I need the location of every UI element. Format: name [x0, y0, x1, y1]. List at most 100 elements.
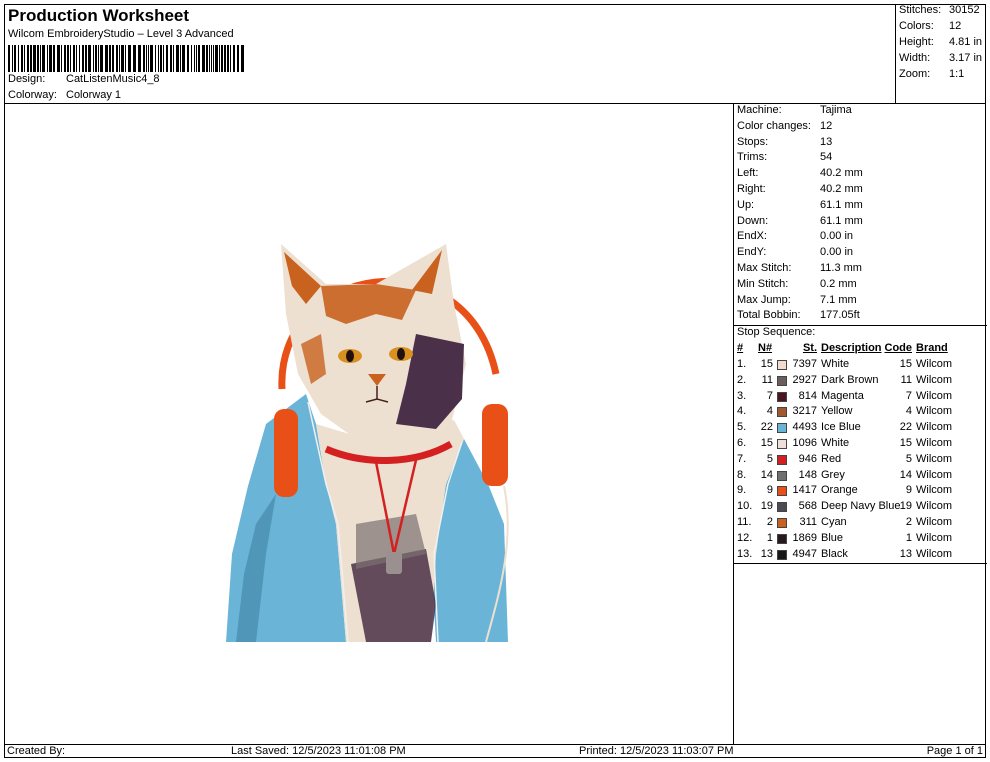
info-label: Stops: — [737, 135, 769, 148]
barcode-bar — [198, 45, 200, 72]
software-subtitle: Wilcom EmbroideryStudio – Level 3 Advanc… — [8, 28, 234, 40]
color-description: Dark Brown — [821, 373, 879, 386]
thread-brand: Wilcom — [916, 405, 953, 418]
barcode-bar — [158, 45, 159, 72]
stop-table-header: # N# St. Description Code Brand — [734, 342, 987, 357]
info-label: Color changes: — [737, 119, 811, 132]
printed-date: Printed: 12/5/2023 11:03:07 PM — [579, 745, 734, 757]
barcode-bar — [150, 45, 153, 72]
stop-number: 10. — [737, 500, 753, 513]
machine-info-row: Trims: 54 — [737, 151, 832, 163]
color-description: Grey — [821, 468, 845, 481]
stitch-count: 1096 — [792, 437, 817, 449]
info-value: 0.00 in — [820, 230, 854, 243]
color-code: 1 — [905, 531, 912, 544]
stat-value: 1:1 — [949, 68, 965, 80]
info-label: Max Stitch: — [737, 262, 792, 274]
color-code: 9 — [905, 484, 912, 497]
color-code: 19 — [899, 500, 912, 513]
barcode-bar — [100, 45, 103, 72]
color-code: 2 — [905, 516, 912, 528]
thread-brand: Wilcom — [916, 373, 953, 386]
info-label: Machine: — [737, 104, 782, 116]
color-swatch — [777, 454, 787, 465]
worksheet-footer: Created By: Last Saved: 12/5/2023 11:01:… — [4, 744, 986, 758]
barcode-bar — [33, 45, 36, 72]
barcode-bar — [12, 45, 13, 72]
info-value: 7.1 mm — [820, 293, 857, 306]
thread-brand: Wilcom — [916, 516, 953, 528]
needle-number: 15 — [760, 358, 773, 370]
stop-row: 11. 2 311 Cyan 2 Wilcom — [734, 516, 987, 531]
barcode-bar — [18, 45, 19, 72]
color-description: Blue — [821, 531, 844, 544]
barcode-bar — [82, 45, 84, 72]
barcode-bar — [155, 45, 156, 72]
barcode-bar — [138, 45, 141, 72]
info-label: Total Bobbin: — [737, 309, 801, 322]
stop-number: 11. — [737, 516, 752, 528]
info-value: 61.1 mm — [820, 198, 863, 211]
barcode-bar — [93, 45, 94, 72]
barcode-bar — [79, 45, 80, 72]
barcode-bar — [227, 45, 229, 72]
info-value: 177.05ft — [820, 309, 860, 322]
stitch-count: 2927 — [792, 373, 817, 386]
stop-row: 6. 15 1096 White 15 Wilcom — [734, 437, 987, 452]
machine-info-row: EndX: 0.00 in — [737, 230, 853, 242]
barcode-bar — [42, 45, 45, 72]
color-code: 22 — [899, 421, 912, 434]
barcode-bar — [47, 45, 48, 72]
barcode-bar — [160, 45, 162, 72]
needle-number: 4 — [766, 405, 773, 418]
stitch-count: 7397 — [792, 358, 817, 370]
design-label: Design: — [8, 73, 46, 85]
color-code: 15 — [899, 437, 912, 449]
page-title: Production Worksheet — [8, 6, 190, 25]
color-swatch — [777, 391, 787, 402]
stop-row: 5. 22 4493 Ice Blue 22 Wilcom — [734, 421, 987, 436]
stop-number: 13. — [737, 547, 753, 560]
needle-number: 1 — [766, 531, 773, 544]
stat-width: Width: 3.17 in — [899, 52, 982, 64]
thread-brand: Wilcom — [916, 484, 953, 497]
info-value: 40.2 mm — [820, 183, 863, 195]
stop-row: 3. 7 814 Magenta 7 Wilcom — [734, 390, 987, 405]
barcode-bar — [125, 45, 126, 72]
barcode-bar — [219, 45, 220, 72]
color-description: Ice Blue — [821, 421, 861, 434]
barcode — [8, 45, 244, 72]
stat-label: Zoom: — [899, 68, 931, 80]
barcode-bar — [73, 45, 75, 72]
stitch-count: 311 — [799, 516, 817, 528]
stitch-count: 4493 — [792, 421, 817, 434]
color-description: Red — [821, 452, 842, 465]
needle-number: 2 — [766, 516, 773, 528]
needle-number: 9 — [766, 484, 773, 497]
stitch-count: 3217 — [792, 405, 817, 418]
stitch-count: 568 — [798, 500, 817, 513]
thread-brand: Wilcom — [916, 389, 953, 402]
color-swatch — [777, 375, 787, 386]
pupil-right — [397, 348, 405, 360]
info-label: Up: — [737, 198, 755, 211]
info-value: 0.2 mm — [820, 277, 857, 290]
barcode-bar — [88, 45, 91, 72]
stat-value: 12 — [949, 20, 962, 32]
worksheet-header: Production Worksheet Wilcom EmbroiderySt… — [4, 4, 895, 104]
stitch-count: 1869 — [792, 531, 817, 544]
machine-info-row: Max Jump: 7.1 mm — [737, 294, 857, 306]
color-code: 11 — [900, 373, 912, 386]
stop-number: 8. — [737, 468, 747, 481]
color-description: Black — [821, 547, 848, 560]
stat-zoom: Zoom: 1:1 — [899, 68, 964, 80]
info-label: EndX: — [737, 230, 767, 243]
color-code: 15 — [899, 358, 912, 370]
color-description: Yellow — [821, 405, 853, 418]
headphone-right — [482, 404, 508, 486]
needle-number: 13 — [760, 547, 773, 560]
col-header-code: Code — [884, 342, 913, 354]
thread-brand: Wilcom — [916, 500, 953, 513]
stitch-count: 4947 — [792, 547, 817, 560]
barcode-bar — [24, 45, 25, 72]
